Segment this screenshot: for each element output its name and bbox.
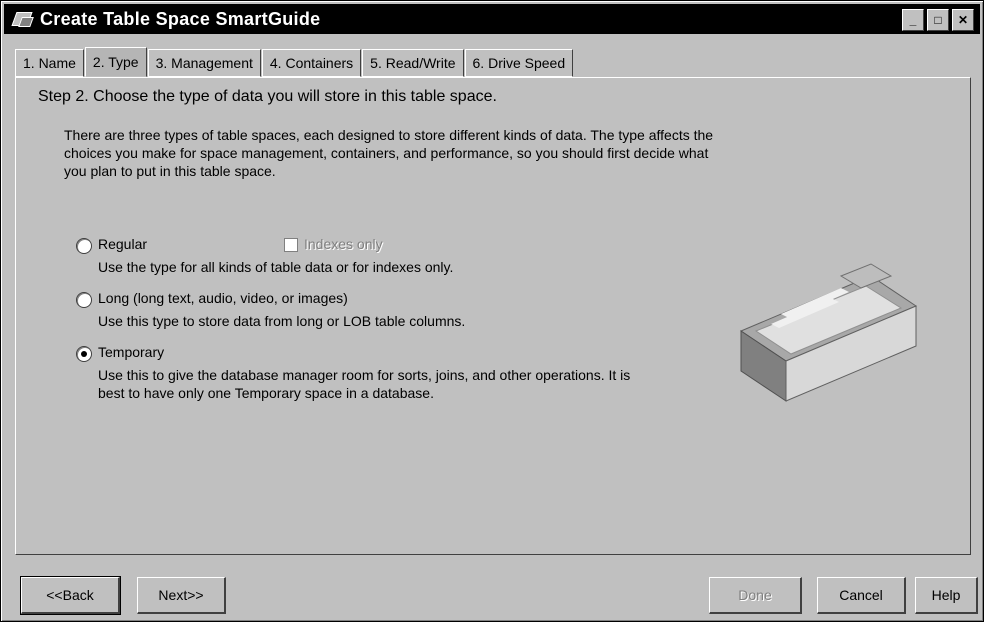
- temporary-description: Use this to give the database manager ro…: [98, 367, 631, 401]
- window-title: Create Table Space SmartGuide: [40, 8, 321, 29]
- tab-strip: 1. Name 2. Type 3. Management 4. Contain…: [15, 47, 574, 77]
- cancel-button[interactable]: Cancel: [817, 577, 906, 614]
- tab-type[interactable]: 2. Type: [84, 47, 147, 77]
- tab-panel-type: Step 2. Choose the type of data you will…: [15, 77, 971, 555]
- next-button[interactable]: Next>>: [137, 577, 226, 614]
- smartguide-window: Create Table Space SmartGuide _ □ ✕ 1. N…: [0, 0, 984, 622]
- close-icon[interactable]: ✕: [952, 9, 974, 31]
- title-bar[interactable]: Create Table Space SmartGuide _ □ ✕: [4, 4, 980, 34]
- minimize-icon[interactable]: _: [902, 9, 924, 31]
- regular-label[interactable]: Regular: [98, 236, 147, 252]
- tab-containers[interactable]: 4. Containers: [261, 49, 362, 77]
- tab-management[interactable]: 3. Management: [147, 49, 261, 77]
- table-space-illustration: [739, 263, 918, 402]
- back-button[interactable]: <<Back: [20, 576, 121, 615]
- window-controls: _ □ ✕: [902, 9, 974, 31]
- tab-drive-speed[interactable]: 6. Drive Speed: [464, 49, 574, 77]
- button-bar: <<Back Next>> Done Cancel Help: [1, 565, 983, 615]
- table-space-app-icon: [11, 9, 34, 29]
- step-title: Step 2. Choose the type of data you will…: [38, 88, 497, 105]
- done-button: Done: [709, 577, 802, 614]
- intro-text: There are three types of table spaces, e…: [64, 127, 714, 179]
- maximize-icon[interactable]: □: [927, 9, 949, 31]
- indexes-only-checkbox: [284, 238, 298, 252]
- long-description: Use this type to store data from long or…: [98, 313, 466, 329]
- temporary-radio[interactable]: [76, 346, 92, 362]
- temporary-label[interactable]: Temporary: [98, 344, 164, 360]
- indexes-only-label: Indexes only: [304, 236, 383, 252]
- long-radio[interactable]: [76, 292, 92, 308]
- tab-name[interactable]: 1. Name: [15, 49, 84, 77]
- tab-read-write[interactable]: 5. Read/Write: [362, 49, 464, 77]
- long-label[interactable]: Long (long text, audio, video, or images…: [98, 290, 348, 306]
- regular-radio[interactable]: [76, 238, 92, 254]
- regular-description: Use the type for all kinds of table data…: [98, 259, 454, 275]
- help-button[interactable]: Help: [915, 577, 978, 614]
